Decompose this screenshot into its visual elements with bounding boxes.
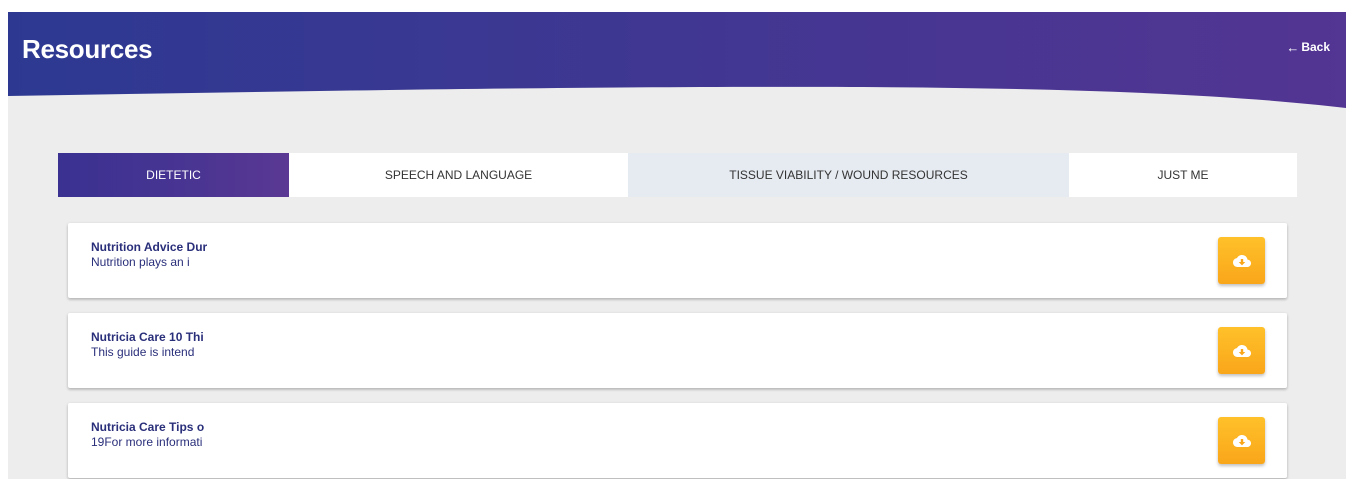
page-title: Resources bbox=[22, 34, 153, 64]
arrow-left-icon: ← bbox=[1286, 39, 1300, 55]
resource-card: Nutricia Care Tips o 19For more informat… bbox=[68, 403, 1287, 478]
resource-title: Nutricia Care Tips o bbox=[91, 420, 205, 434]
resource-list: Nutrition Advice Dur Nutrition plays an … bbox=[68, 223, 1287, 479]
resource-description: Nutrition plays an i bbox=[91, 255, 190, 269]
resource-card: Nutrition Advice Dur Nutrition plays an … bbox=[68, 223, 1287, 298]
download-button[interactable] bbox=[1218, 417, 1265, 464]
page: Resources ← Back DIETETIC SPEECH AND LAN… bbox=[0, 0, 1354, 479]
resource-description: 19For more informati bbox=[91, 435, 203, 449]
tab-label: DIETETIC bbox=[146, 168, 201, 182]
download-button[interactable] bbox=[1218, 237, 1265, 284]
back-label: Back bbox=[1301, 40, 1330, 54]
tab-just-me[interactable]: JUST ME bbox=[1069, 153, 1297, 197]
resource-description: This guide is intend bbox=[91, 345, 195, 359]
resource-tabs: DIETETIC SPEECH AND LANGUAGE TISSUE VIAB… bbox=[58, 153, 1297, 197]
resource-title: Nutrition Advice Dur bbox=[91, 240, 208, 254]
tab-label: JUST ME bbox=[1157, 168, 1209, 182]
tab-label: TISSUE VIABILITY / WOUND RESOURCES bbox=[729, 168, 968, 182]
tab-dietetic[interactable]: DIETETIC bbox=[58, 153, 289, 197]
resource-title: Nutricia Care 10 Thi bbox=[91, 330, 204, 344]
download-button[interactable] bbox=[1218, 327, 1265, 374]
header-background bbox=[8, 12, 1346, 108]
tab-label: SPEECH AND LANGUAGE bbox=[384, 168, 533, 182]
cloud-download-icon bbox=[1232, 344, 1251, 357]
resource-card: Nutricia Care 10 Thi This guide is inten… bbox=[68, 313, 1287, 388]
back-link[interactable]: ← Back bbox=[1286, 40, 1330, 54]
tab-speech-and-language[interactable]: SPEECH AND LANGUAGE bbox=[289, 153, 628, 197]
cloud-download-icon bbox=[1232, 254, 1251, 267]
header-bar: Resources ← Back bbox=[8, 12, 1346, 112]
tab-tissue-viability[interactable]: TISSUE VIABILITY / WOUND RESOURCES bbox=[628, 153, 1069, 197]
cloud-download-icon bbox=[1232, 434, 1251, 447]
app-canvas: Resources ← Back DIETETIC SPEECH AND LAN… bbox=[8, 12, 1346, 479]
